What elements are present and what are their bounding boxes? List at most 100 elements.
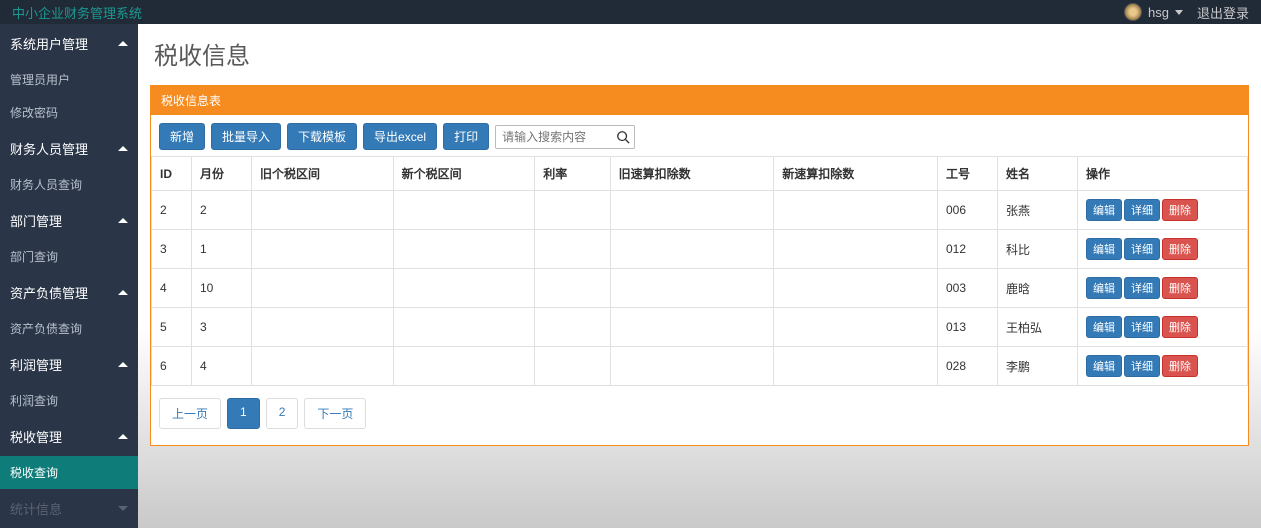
column-header: 操作 [1078,157,1248,191]
brand-title: 中小企业财务管理系统 [12,3,142,22]
bulk-import-button[interactable]: 批量导入 [211,123,281,150]
table-cell [535,230,610,269]
detail-button[interactable]: 详细 [1124,355,1160,377]
sidebar-item[interactable]: 税收查询 [0,456,138,489]
caret-down-icon [1175,10,1183,15]
sidebar-item[interactable]: 部门查询 [0,240,138,273]
sidebar-group-label: 系统用户管理 [10,34,88,53]
table-cell: 2 [192,191,252,230]
table-cell [535,269,610,308]
table-cell [535,191,610,230]
pagination-prev[interactable]: 上一页 [159,398,221,429]
add-button[interactable]: 新增 [159,123,205,150]
delete-button[interactable]: 删除 [1162,355,1198,377]
table-cell [610,269,774,308]
table-cell [774,230,938,269]
column-header: 利率 [535,157,610,191]
column-header: 旧个税区间 [252,157,394,191]
pagination-next[interactable]: 下一页 [304,398,366,429]
table-cell [393,269,535,308]
sidebar-item[interactable]: 财务人员查询 [0,168,138,201]
pagination-page[interactable]: 1 [227,398,260,429]
delete-button[interactable]: 删除 [1162,277,1198,299]
table-cell [610,230,774,269]
edit-button[interactable]: 编辑 [1086,316,1122,338]
delete-button[interactable]: 删除 [1162,316,1198,338]
download-template-button[interactable]: 下载模板 [287,123,357,150]
table-row: 64028李鹏编辑详细删除 [152,347,1248,386]
detail-button[interactable]: 详细 [1124,277,1160,299]
sidebar-group[interactable]: 税收管理 [0,417,138,456]
table-row: 22 006张燕编辑详细删除 [152,191,1248,230]
table-cell [252,308,394,347]
table-cell [610,191,774,230]
table-cell: 003 [938,269,998,308]
sidebar-group[interactable]: 财务人员管理 [0,129,138,168]
delete-button[interactable]: 删除 [1162,238,1198,260]
table-row: 53013王柏弘编辑详细删除 [152,308,1248,347]
data-table: ID月份旧个税区间新个税区间利率旧速算扣除数新速算扣除数工号姓名操作 22006… [151,156,1248,386]
table-cell [393,308,535,347]
table-cell [252,347,394,386]
avatar [1124,3,1142,21]
table-cell: 3 [192,308,252,347]
table-cell [393,191,535,230]
sidebar-group[interactable]: 统计信息 [0,489,138,528]
actions-cell: 编辑详细删除 [1078,269,1248,308]
chevron-up-icon [118,290,128,295]
sidebar-group-label: 统计信息 [10,499,62,518]
sidebar-group[interactable]: 利润管理 [0,345,138,384]
topbar: 中小企业财务管理系统 hsg 退出登录 [0,0,1261,24]
toolbar: 新增 批量导入 下载模板 导出excel 打印 [151,115,1248,156]
edit-button[interactable]: 编辑 [1086,238,1122,260]
sidebar-item[interactable]: 利润查询 [0,384,138,417]
table-cell [393,230,535,269]
edit-button[interactable]: 编辑 [1086,199,1122,221]
table-cell: 3 [152,230,192,269]
column-header: 姓名 [998,157,1078,191]
sidebar-item[interactable]: 资产负债查询 [0,312,138,345]
table-cell [774,347,938,386]
panel: 税收信息表 新增 批量导入 下载模板 导出excel 打印 ID月份旧个税区间新… [150,85,1249,446]
sidebar-group-label: 资产负债管理 [10,283,88,302]
edit-button[interactable]: 编辑 [1086,277,1122,299]
chevron-up-icon [118,434,128,439]
logout-link[interactable]: 退出登录 [1197,3,1249,22]
table-cell: 5 [152,308,192,347]
detail-button[interactable]: 详细 [1124,316,1160,338]
table-cell [610,308,774,347]
table-cell: 王柏弘 [998,308,1078,347]
table-cell: 李鹏 [998,347,1078,386]
table-cell: 张燕 [998,191,1078,230]
table-cell [535,308,610,347]
table-cell [393,347,535,386]
user-dropdown[interactable]: hsg [1124,3,1183,21]
edit-button[interactable]: 编辑 [1086,355,1122,377]
table-row: 31012科比编辑详细删除 [152,230,1248,269]
table-cell: 006 [938,191,998,230]
table-cell: 6 [152,347,192,386]
table-cell: 科比 [998,230,1078,269]
delete-button[interactable]: 删除 [1162,199,1198,221]
sidebar-group[interactable]: 系统用户管理 [0,24,138,63]
search-input[interactable] [495,125,635,149]
detail-button[interactable]: 详细 [1124,199,1160,221]
table-cell [252,230,394,269]
actions-cell: 编辑详细删除 [1078,308,1248,347]
column-header: 工号 [938,157,998,191]
table-cell: 2 [152,191,192,230]
sidebar-group[interactable]: 部门管理 [0,201,138,240]
chevron-up-icon [118,362,128,367]
table-cell: 4 [152,269,192,308]
pagination-page[interactable]: 2 [266,398,299,429]
sidebar-group[interactable]: 资产负债管理 [0,273,138,312]
sidebar-item[interactable]: 管理员用户 [0,63,138,96]
export-excel-button[interactable]: 导出excel [363,123,437,150]
column-header: 月份 [192,157,252,191]
print-button[interactable]: 打印 [443,123,489,150]
search-icon[interactable] [616,130,630,144]
chevron-up-icon [118,146,128,151]
user-name: hsg [1148,5,1169,20]
detail-button[interactable]: 详细 [1124,238,1160,260]
sidebar-item[interactable]: 修改密码 [0,96,138,129]
